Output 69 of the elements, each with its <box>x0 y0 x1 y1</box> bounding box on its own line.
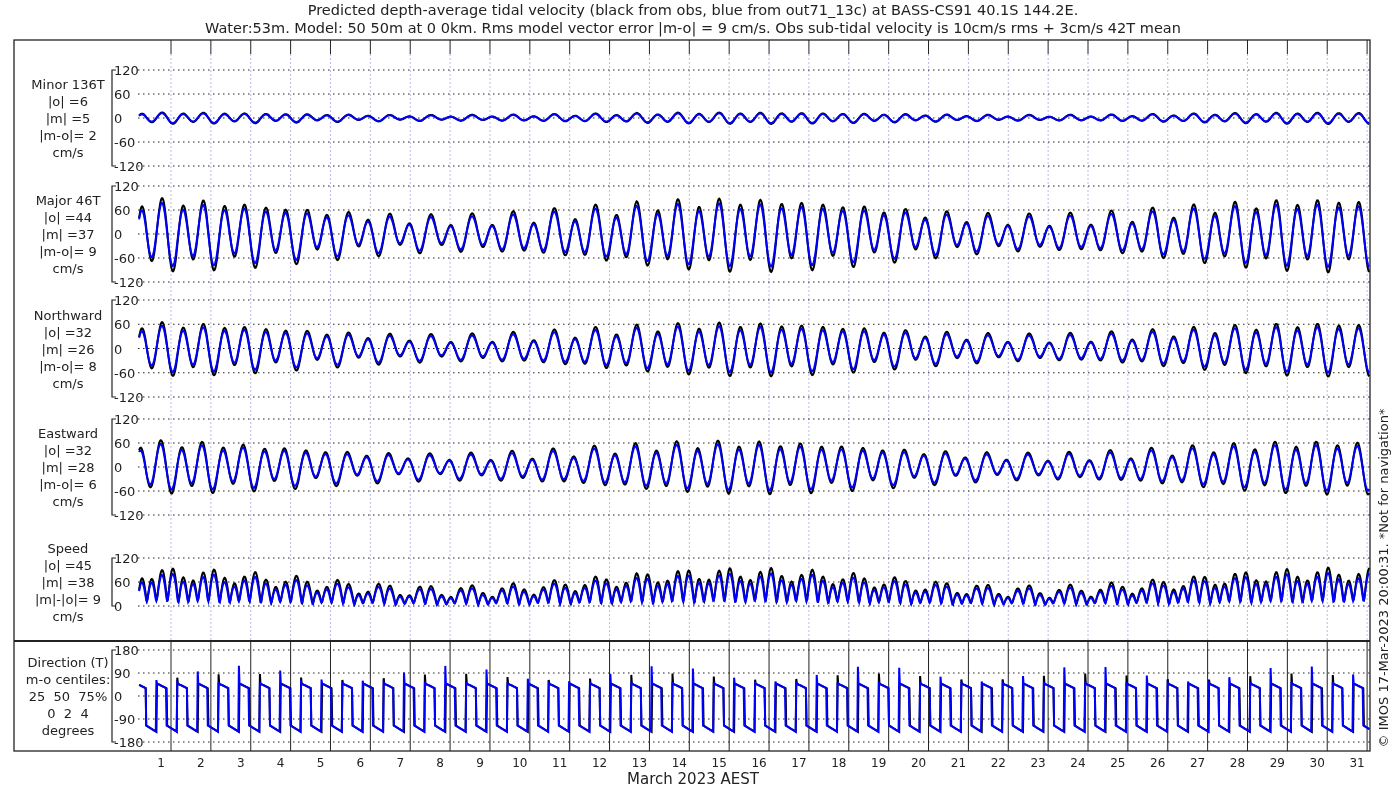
panel-label: Northward |o| =32 |m| =26 |m-o|= 8 cm/s <box>33 307 103 391</box>
y-tick-label: 120 <box>114 412 139 427</box>
y-tick-label: 120 <box>114 551 139 566</box>
panel-label: Major 46T |o| =44 |m| =37 |m-o|= 9 cm/s <box>35 193 101 276</box>
panel-label: Minor 136T |o| =6 |m| =5 |m-o|= 2 cm/s <box>31 77 105 160</box>
panel-label: Speed |o| =45 |m| =38 |m|-|o|= 9 cm/s <box>34 541 102 624</box>
x-tick-label: 25 <box>1110 756 1126 770</box>
y-tick-label: 180 <box>114 643 139 658</box>
x-tick-label: 14 <box>671 756 687 770</box>
panel-label: Direction (T) m-o centiles: 25 50 75% 0 2 4 degrees <box>25 655 111 738</box>
y-tick-label: -180 <box>114 735 144 750</box>
x-tick-label: 29 <box>1269 756 1285 770</box>
y-tick-label: 0 <box>114 341 123 357</box>
x-tick-label: 18 <box>831 756 847 770</box>
y-tick-label: 60 <box>114 575 131 590</box>
x-tick-label: 24 <box>1070 756 1086 770</box>
x-axis-label: March 2023 AEST <box>627 770 759 788</box>
y-tick-label: 120 <box>114 179 139 194</box>
x-tick-label: 5 <box>316 756 325 770</box>
x-tick-label: 26 <box>1150 756 1166 770</box>
y-tick-label: 0 <box>114 227 123 242</box>
y-tick-label: -120 <box>114 275 144 290</box>
x-tick-label: 23 <box>1030 756 1046 770</box>
x-tick-label: 4 <box>276 756 285 770</box>
y-tick-label: -60 <box>114 484 136 499</box>
y-tick-label: -60 <box>114 135 136 150</box>
x-tick-label: 21 <box>950 756 967 770</box>
y-tick-label: 60 <box>114 317 131 333</box>
y-tick-label: 0 <box>114 599 123 614</box>
y-tick-label: 0 <box>114 111 123 126</box>
x-tick-label: 13 <box>631 756 648 770</box>
x-tick-label: 28 <box>1229 756 1246 770</box>
y-tick-label: -60 <box>114 251 136 266</box>
x-tick-label: 7 <box>396 756 405 770</box>
x-tick-label: 20 <box>910 756 927 770</box>
x-tick-label: 15 <box>711 756 727 770</box>
y-tick-label: 60 <box>114 436 131 451</box>
x-tick-label: 31 <box>1349 756 1365 770</box>
x-tick-label: 16 <box>751 756 767 770</box>
x-tick-label: 6 <box>356 756 365 770</box>
x-tick-label: 27 <box>1190 756 1206 770</box>
x-tick-label: 8 <box>436 756 444 770</box>
credit-text: © IMOS 17-Mar-2023 20:00:31. *Not for navigation* <box>1376 408 1391 748</box>
y-tick-label: 60 <box>114 203 131 218</box>
y-tick-label: 120 <box>114 293 139 308</box>
x-tick-label: 3 <box>236 756 245 770</box>
x-tick-label: 9 <box>476 756 484 770</box>
chart-subtitle: Water:53m. Model: 50 50m at 0 0km. Rms model vector error |m-o| = 9 cm/s. Obs sub-tidal velocity is 10cm/s rms + 3cm/s 42T mean <box>205 20 1181 36</box>
y-tick-label: 0 <box>114 460 123 475</box>
y-tick-label: -120 <box>114 508 144 523</box>
x-tick-label: 1 <box>157 756 165 770</box>
y-tick-label: 90 <box>114 666 131 681</box>
x-tick-label: 17 <box>791 756 807 770</box>
y-tick-label: 0 <box>114 689 123 704</box>
y-tick-label: -120 <box>114 390 144 405</box>
x-tick-label: 30 <box>1309 756 1325 770</box>
chart-title: Predicted depth-average tidal velocity (black from obs, blue from out71_13c) at BASS-CS91 40.1S 144.2E. <box>307 2 1079 18</box>
x-tick-label: 2 <box>197 756 205 770</box>
x-tick-label: 10 <box>512 756 528 770</box>
x-tick-label: 19 <box>871 756 887 770</box>
x-tick-label: 11 <box>552 756 568 770</box>
y-tick-label: 60 <box>114 87 131 102</box>
y-tick-label: -120 <box>114 159 144 174</box>
y-tick-label: -60 <box>114 365 136 381</box>
panel-label: Eastward |o| =32 |m| =28 |m-o|= 6 cm/s <box>38 426 98 509</box>
y-tick-label: -90 <box>114 712 136 727</box>
x-tick-label: 12 <box>591 756 608 770</box>
x-tick-label: 22 <box>990 756 1006 770</box>
y-tick-label: 120 <box>114 63 139 78</box>
